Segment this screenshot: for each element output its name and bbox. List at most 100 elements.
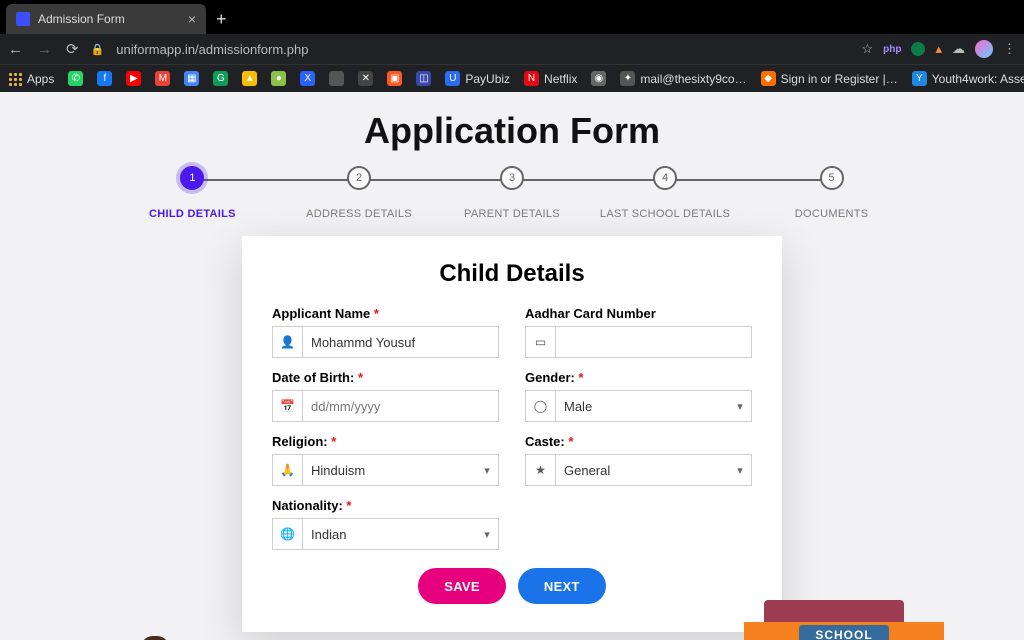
card-title: Child Details bbox=[272, 260, 752, 288]
bookmark-item[interactable]: ✆ bbox=[68, 71, 83, 86]
apps-label: Apps bbox=[27, 72, 54, 86]
ext-icon[interactable] bbox=[911, 42, 925, 56]
bookmark-item[interactable]: Y Youth4work: Asses… bbox=[912, 71, 1024, 86]
bookmark-icon: ▣ bbox=[387, 71, 402, 86]
bookmark-item[interactable] bbox=[329, 71, 344, 86]
bookmark-item[interactable]: ◉ bbox=[591, 71, 606, 86]
bookmark-item[interactable]: ▣ bbox=[387, 71, 402, 86]
bookmark-icon: ✆ bbox=[68, 71, 83, 86]
bookmark-item[interactable]: f bbox=[97, 71, 112, 86]
step-4[interactable]: 4 bbox=[653, 166, 677, 190]
reload-icon[interactable]: ⟳ bbox=[66, 40, 79, 58]
page-body: Application Form 12345 CHILD DETAILSADDR… bbox=[0, 92, 1024, 640]
button-row: SAVE NEXT bbox=[272, 568, 752, 604]
step-circle: 1 bbox=[180, 166, 204, 190]
bookmark-icon: U bbox=[445, 71, 460, 86]
bookmark-icon: X bbox=[300, 71, 315, 86]
profile-icon[interactable] bbox=[975, 40, 993, 58]
close-tab-icon[interactable]: × bbox=[188, 12, 196, 26]
bookmark-item[interactable]: ▲ bbox=[242, 71, 257, 86]
calendar-icon: 📅 bbox=[273, 391, 303, 421]
circle-icon: ◯ bbox=[526, 391, 556, 421]
form-card: Child Details Applicant Name * 👤 Mohammd… bbox=[242, 236, 782, 632]
select-religion[interactable]: 🙏 Hinduism ▾ bbox=[272, 454, 499, 486]
bookmark-item[interactable]: NNetflix bbox=[524, 71, 577, 86]
step-1[interactable]: 1 bbox=[180, 166, 204, 190]
next-button[interactable]: NEXT bbox=[518, 568, 606, 604]
bookmark-item[interactable]: ▦ bbox=[184, 71, 199, 86]
bookmark-item[interactable]: G bbox=[213, 71, 228, 86]
bookmark-icon: ◆ bbox=[761, 71, 776, 86]
step-circle: 5 bbox=[820, 166, 844, 190]
value-caste: General bbox=[556, 463, 729, 478]
ext-icon[interactable]: php bbox=[883, 44, 901, 55]
bookmark-icon bbox=[329, 71, 344, 86]
bookmark-label: Netflix bbox=[544, 72, 577, 86]
step-label-1: CHILD DETAILS bbox=[149, 208, 236, 220]
lock-icon: 🔒 bbox=[91, 43, 105, 56]
bookmark-icon: ◫ bbox=[416, 71, 431, 86]
step-label-3: PARENT DETAILS bbox=[464, 208, 560, 220]
chevron-updown-icon: ▾ bbox=[729, 400, 751, 413]
bookmark-label: Youth4work: Asses… bbox=[932, 72, 1024, 86]
label-caste: Caste: * bbox=[525, 434, 752, 449]
field-nationality: Nationality: * 🌐 Indian ▾ bbox=[272, 498, 499, 550]
address-bar: ← → ⟳ 🔒 uniformapp.in/admissionform.php … bbox=[0, 34, 1024, 64]
label-gender: Gender: * bbox=[525, 370, 752, 385]
label-aadhar: Aadhar Card Number bbox=[525, 306, 752, 321]
favicon-icon bbox=[16, 12, 30, 26]
bookmark-item[interactable]: ◫ bbox=[416, 71, 431, 86]
input-applicant-name[interactable]: 👤 Mohammd Yousuf bbox=[272, 326, 499, 358]
field-applicant-name: Applicant Name * 👤 Mohammd Yousuf bbox=[272, 306, 499, 358]
star-icon: ★ bbox=[526, 455, 556, 485]
bookmark-item[interactable]: ● bbox=[271, 71, 286, 86]
school-sign: SCHOOL bbox=[799, 625, 888, 640]
ext-icon[interactable]: ▴ bbox=[935, 41, 942, 57]
select-gender[interactable]: ◯ Male ▾ bbox=[525, 390, 752, 422]
menu-icon[interactable]: ⋮ bbox=[1003, 41, 1016, 57]
field-aadhar: Aadhar Card Number ▭ bbox=[525, 306, 752, 358]
bookmark-label: Sign in or Register |… bbox=[781, 72, 898, 86]
back-icon[interactable]: ← bbox=[8, 41, 23, 58]
value-gender: Male bbox=[556, 399, 729, 414]
chevron-updown-icon: ▾ bbox=[476, 528, 498, 541]
star-icon[interactable]: ☆ bbox=[861, 41, 873, 57]
bookmark-icon: G bbox=[213, 71, 228, 86]
step-label-2: ADDRESS DETAILS bbox=[306, 208, 412, 220]
stepper: 1 2 3 4 5 bbox=[172, 166, 852, 200]
field-gender: Gender: * ◯ Male ▾ bbox=[525, 370, 752, 422]
bookmark-item[interactable]: ◆ Sign in or Register |… bbox=[761, 71, 898, 86]
new-tab-button[interactable]: + bbox=[206, 9, 237, 34]
bookmarks-bar: Apps ✆ f ▶ M ▦ G ▲ ● X ✕ ▣ ◫ UPayUbiz NNetflix ◉ ✦mail@… bbox=[0, 64, 1024, 92]
browser-tab[interactable]: Admission Form × bbox=[6, 4, 206, 34]
step-label-4: LAST SCHOOL DETAILS bbox=[600, 208, 730, 220]
url-text[interactable]: uniformapp.in/admissionform.php bbox=[116, 42, 849, 57]
step-3[interactable]: 3 bbox=[500, 166, 524, 190]
bookmark-item[interactable]: M bbox=[155, 71, 170, 86]
value-nationality: Indian bbox=[303, 527, 476, 542]
placeholder-dob: dd/mm/yyyy bbox=[303, 399, 498, 414]
apps-button[interactable]: Apps bbox=[8, 72, 54, 86]
step-2[interactable]: 2 bbox=[347, 166, 371, 190]
bookmark-item[interactable]: ▶ bbox=[126, 71, 141, 86]
bookmark-icon: ● bbox=[271, 71, 286, 86]
label-religion: Religion: * bbox=[272, 434, 499, 449]
step-5[interactable]: 5 bbox=[820, 166, 844, 190]
select-caste[interactable]: ★ General ▾ bbox=[525, 454, 752, 486]
bookmark-item[interactable]: ✕ bbox=[358, 71, 373, 86]
input-dob[interactable]: 📅 dd/mm/yyyy bbox=[272, 390, 499, 422]
bookmark-icon: M bbox=[155, 71, 170, 86]
ext-icon[interactable]: ☁ bbox=[952, 41, 965, 57]
select-nationality[interactable]: 🌐 Indian ▾ bbox=[272, 518, 499, 550]
bookmark-icon: ▦ bbox=[184, 71, 199, 86]
input-aadhar[interactable]: ▭ bbox=[525, 326, 752, 358]
bookmark-icon: ◉ bbox=[591, 71, 606, 86]
bookmark-icon: Y bbox=[912, 71, 927, 86]
step-circle: 3 bbox=[500, 166, 524, 190]
bookmark-item[interactable]: UPayUbiz bbox=[445, 71, 510, 86]
forward-icon[interactable]: → bbox=[37, 41, 52, 58]
field-dob: Date of Birth: * 📅 dd/mm/yyyy bbox=[272, 370, 499, 422]
save-button[interactable]: SAVE bbox=[418, 568, 506, 604]
bookmark-item[interactable]: ✦mail@thesixty9co… bbox=[620, 71, 746, 86]
bookmark-item[interactable]: X bbox=[300, 71, 315, 86]
